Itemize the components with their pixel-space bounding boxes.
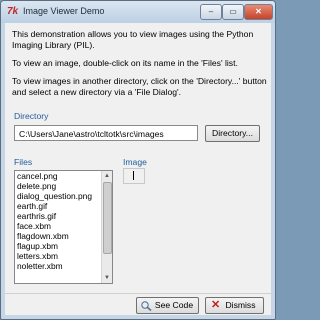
directory-button[interactable]: Directory...	[205, 125, 260, 142]
image-placeholder	[133, 171, 134, 180]
scroll-up-icon[interactable]: ▲	[102, 171, 112, 181]
files-scrollbar[interactable]: ▲ ▼	[101, 171, 112, 283]
code-icon	[141, 301, 152, 311]
file-list-item[interactable]: letters.xbm	[15, 251, 112, 261]
intro-paragraph: To view images in another directory, cli…	[12, 76, 267, 97]
file-list-item[interactable]: dialog_question.png	[15, 191, 112, 201]
close-button[interactable]: ✕	[244, 4, 273, 20]
intro-text: This demonstration allows you to view im…	[12, 29, 268, 105]
app-window: 7k Image Viewer Demo – ▭ ✕ This demonstr…	[0, 0, 276, 320]
dismiss-label: Dismiss	[225, 300, 256, 310]
directory-group-label: Directory	[14, 111, 49, 121]
title-bar[interactable]: 7k Image Viewer Demo – ▭ ✕	[1, 1, 275, 23]
image-group-label: Image	[123, 157, 147, 167]
scroll-down-icon[interactable]: ▼	[102, 273, 112, 283]
dismiss-button[interactable]: ✕ Dismiss	[205, 297, 264, 314]
see-code-button[interactable]: See Code	[136, 297, 199, 314]
footer-separator	[5, 293, 271, 294]
file-list-item[interactable]: noletter.xbm	[15, 261, 112, 271]
tk-feather-icon: 7k	[7, 6, 19, 17]
minimize-button[interactable]: –	[200, 4, 222, 20]
window-title: Image Viewer Demo	[23, 6, 105, 16]
file-list-item[interactable]: flagdown.xbm	[15, 231, 112, 241]
file-list-item[interactable]: earthris.gif	[15, 211, 112, 221]
directory-path-field[interactable]: C:\Users\Jane\astro\tcltotk\src\images	[14, 125, 198, 141]
files-group-label: Files	[14, 157, 33, 167]
dismiss-x-icon: ✕	[211, 299, 221, 311]
file-list-item[interactable]: face.xbm	[15, 221, 112, 231]
maximize-button[interactable]: ▭	[222, 4, 244, 20]
main-content: This demonstration allows you to view im…	[5, 23, 271, 315]
intro-paragraph: To view an image, double-click on its na…	[12, 58, 238, 68]
file-list-item[interactable]: delete.png	[15, 181, 112, 191]
image-canvas	[123, 168, 145, 184]
intro-paragraph: This demonstration allows you to view im…	[12, 29, 254, 50]
files-listbox[interactable]: cancel.png delete.png dialog_question.pn…	[14, 170, 113, 284]
file-list-item[interactable]: cancel.png	[15, 171, 112, 181]
file-list-item[interactable]: flagup.xbm	[15, 241, 112, 251]
see-code-label: See Code	[154, 300, 194, 310]
file-list-item[interactable]: earth.gif	[15, 201, 112, 211]
scroll-thumb[interactable]	[103, 182, 112, 254]
